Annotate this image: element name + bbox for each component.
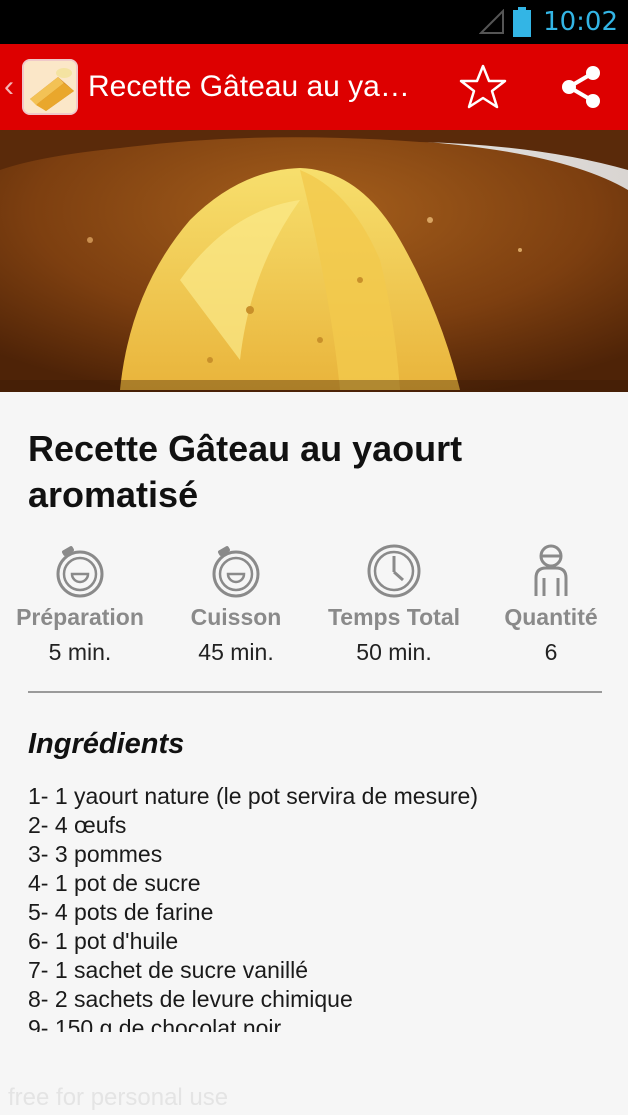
list-item: 3- 3 pommes: [28, 841, 163, 867]
list-item: 6- 1 pot d'huile: [28, 928, 179, 954]
battery-icon: [513, 7, 532, 37]
stat-value: 5 min.: [48, 639, 112, 665]
list-item: 2- 4 œufs: [28, 812, 127, 838]
list-item: 8- 2 sachets de levure chimique: [28, 986, 353, 1012]
list-item: 5- 4 pots de farine: [28, 899, 214, 925]
stat-label: Temps Total: [327, 604, 461, 630]
timer-icon: [212, 546, 260, 598]
ingredients-list[interactable]: 1- 1 yaourt nature (le pot servira de me…: [28, 782, 608, 1032]
clock-icon: [367, 544, 421, 598]
share-icon[interactable]: [558, 64, 604, 110]
status-bar: 10:02: [0, 0, 628, 44]
up-caret-icon[interactable]: ‹: [4, 70, 20, 104]
list-item: 7- 1 sachet de sucre vanillé: [28, 957, 308, 983]
divider: [28, 691, 602, 693]
app-cake-icon[interactable]: [22, 59, 78, 115]
stat-quantite: Quantité 6: [471, 542, 628, 666]
star-icon[interactable]: [458, 63, 508, 111]
app-title: Recette Gâteau au ya…: [88, 70, 410, 103]
recipe-title: Recette Gâteau au yaourt aromatisé: [28, 428, 463, 515]
stat-preparation: Préparation 5 min.: [0, 542, 160, 666]
stat-value: 6: [544, 639, 558, 665]
watermark: free for personal use: [8, 1084, 229, 1111]
stat-value: 50 min.: [356, 639, 432, 665]
list-item: 9- 150 g de chocolat noir: [28, 1015, 282, 1032]
person-icon: [534, 544, 568, 596]
signal-icon: [479, 9, 505, 34]
action-bar: ‹ Recette Gâteau au ya…: [0, 44, 628, 130]
stat-value: 45 min.: [198, 639, 274, 665]
list-item: 1- 1 yaourt nature (le pot servira de me…: [28, 783, 478, 809]
ingredients-heading: Ingrédients: [28, 728, 185, 760]
clock: 10:02: [543, 7, 618, 37]
stat-cuisson: Cuisson 45 min.: [156, 542, 316, 666]
recipe-photo: [0, 130, 628, 392]
stat-label: Quantité: [504, 604, 598, 630]
stat-temps-total: Temps Total 50 min.: [314, 542, 474, 666]
stat-label: Préparation: [16, 604, 144, 630]
list-item: 4- 1 pot de sucre: [28, 870, 201, 896]
timer-icon: [56, 546, 104, 598]
stat-label: Cuisson: [190, 604, 282, 630]
